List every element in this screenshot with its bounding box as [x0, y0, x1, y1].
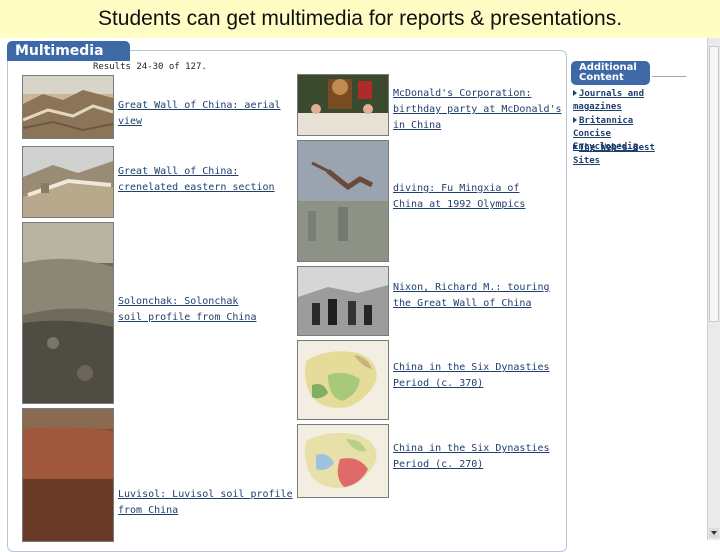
results-count: Results 24-30 of 127. — [93, 62, 207, 72]
thumbnail-mcdonalds-party[interactable] — [297, 74, 389, 136]
luvisol-soil-image — [23, 409, 113, 541]
thumbnail-great-wall-crenelated[interactable] — [22, 146, 114, 218]
arrow-right-icon — [573, 90, 577, 96]
thumbnail-solonchak-soil[interactable] — [22, 222, 114, 404]
arrow-right-icon — [573, 117, 577, 123]
arrow-right-icon — [573, 144, 577, 150]
six-dynasties-270-map-image — [298, 425, 388, 497]
thumbnail-luvisol-soil[interactable] — [22, 408, 114, 542]
thumbnail-six-dynasties-370[interactable] — [297, 340, 389, 420]
diving-image — [298, 141, 388, 261]
item-link-diving[interactable]: diving: Fu Mingxia of China at 1992 Olym… — [393, 181, 553, 213]
item-link-nixon[interactable]: Nixon, Richard M.: touring the Great Wal… — [393, 280, 558, 312]
sidebar-link-journals[interactable]: Journals and magazines — [573, 88, 685, 114]
sidebar-link-web-best-sites[interactable]: The Web's Best Sites — [573, 142, 683, 168]
thumbnail-diving[interactable] — [297, 140, 389, 262]
solonchak-soil-image — [23, 223, 113, 403]
item-link-great-wall-crenelated[interactable]: Great Wall of China: crenelated eastern … — [118, 164, 288, 196]
mcdonalds-party-image — [298, 75, 388, 135]
multimedia-tab: Multimedia — [7, 41, 130, 61]
slide-title: Students can get multimedia for reports … — [0, 0, 720, 38]
great-wall-crenelated-image — [23, 147, 113, 217]
item-link-solonchak[interactable]: Solonchak: Solonchak soil profile from C… — [118, 294, 268, 326]
thumbnail-great-wall-aerial[interactable] — [22, 75, 114, 139]
item-link-luvisol[interactable]: Luvisol: Luvisol soil profile from China — [118, 487, 293, 519]
thumbnail-nixon-great-wall[interactable] — [297, 266, 389, 336]
item-link-mcdonalds[interactable]: McDonald's Corporation: birthday party a… — [393, 86, 565, 134]
sidebar-divider — [652, 76, 686, 77]
sidebar-link-label: Journals and magazines — [573, 89, 645, 112]
vertical-scrollbar[interactable] — [707, 38, 720, 540]
great-wall-aerial-image — [23, 76, 113, 138]
item-link-six-dynasties-370[interactable]: China in the Six Dynasties Period (c. 37… — [393, 360, 565, 392]
item-link-six-dynasties-270[interactable]: China in the Six Dynasties Period (c. 27… — [393, 441, 565, 473]
additional-content-header: Additional Content — [571, 61, 650, 85]
sidebar-link-label: The Web's Best Sites — [573, 143, 655, 166]
item-link-great-wall-aerial[interactable]: Great Wall of China: aerial view — [118, 98, 288, 130]
nixon-great-wall-image — [298, 267, 388, 335]
scrollbar-thumb[interactable] — [709, 46, 719, 322]
scroll-down-icon[interactable] — [709, 528, 719, 538]
thumbnail-six-dynasties-270[interactable] — [297, 424, 389, 498]
browser-page: Multimedia Results 24-30 of 127. Great W… — [0, 38, 720, 552]
six-dynasties-370-map-image — [298, 341, 388, 419]
